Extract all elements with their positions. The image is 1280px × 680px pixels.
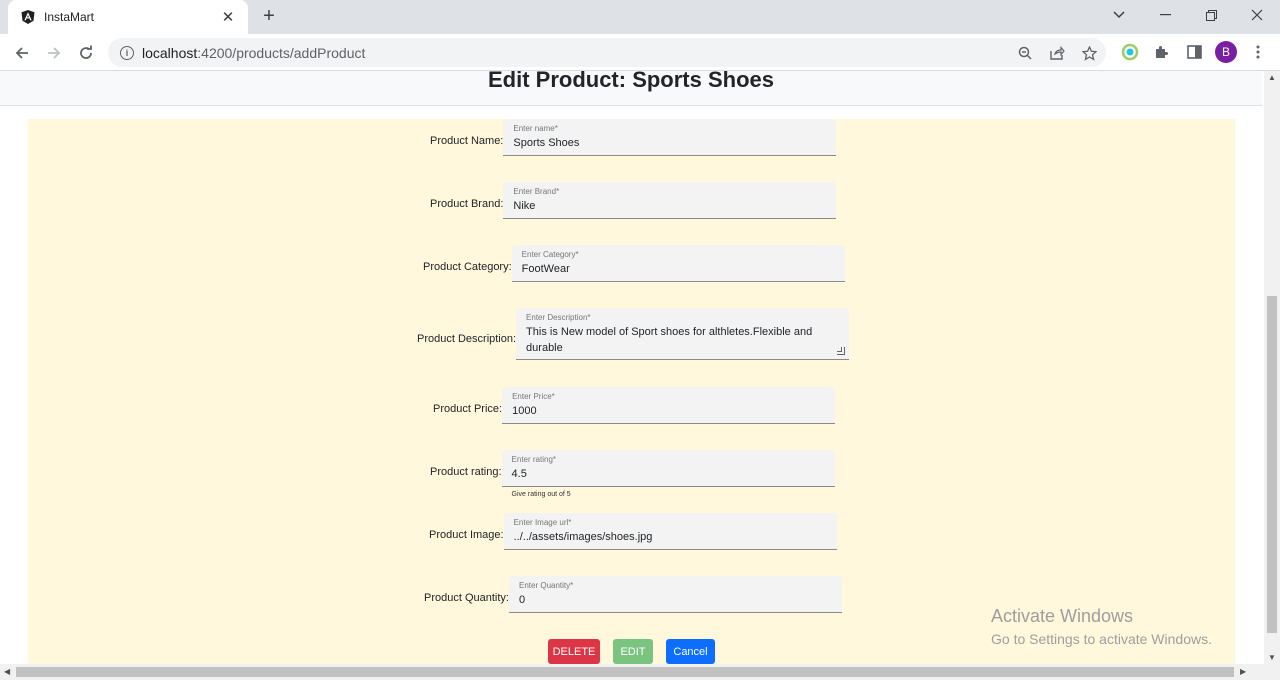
product-brand-label: Product Brand: bbox=[430, 198, 504, 210]
site-info-icon[interactable]: i bbox=[120, 45, 134, 60]
product-image-input[interactable]: Enter Image url* ../../assets/images/sho… bbox=[503, 513, 837, 550]
angular-favicon-icon bbox=[20, 9, 36, 25]
product-price-input[interactable]: Enter Price* 1000 bbox=[502, 387, 836, 424]
product-description-value[interactable]: This is New model of Sport shoes for alt… bbox=[526, 324, 839, 356]
product-price-row: Product Price: Enter Price* 1000 bbox=[433, 387, 836, 424]
cancel-button[interactable]: Cancel bbox=[666, 639, 715, 664]
reload-icon[interactable] bbox=[72, 39, 100, 67]
profile-avatar[interactable]: B bbox=[1215, 41, 1237, 63]
restore-icon[interactable] bbox=[1188, 0, 1234, 30]
horizontal-scrollbar[interactable]: ◀ ▶ bbox=[0, 664, 1280, 680]
product-category-label: Product Category: bbox=[423, 261, 512, 273]
product-category-float-label: Enter Category* bbox=[521, 250, 579, 259]
browser-menu-icon[interactable] bbox=[1248, 42, 1268, 62]
product-image-value[interactable]: ../../assets/images/shoes.jpg bbox=[514, 529, 827, 545]
product-brand-value[interactable]: Nike bbox=[513, 198, 826, 214]
product-rating-label: Product rating: bbox=[430, 466, 502, 478]
product-brand-row: Product Brand: Enter Brand* Nike bbox=[430, 182, 837, 219]
tab-search-chevron-down-icon[interactable] bbox=[1096, 0, 1142, 30]
product-name-input[interactable]: Enter name* Sports Shoes bbox=[503, 119, 837, 156]
watermark-subtitle: Go to Settings to activate Windows. bbox=[991, 631, 1212, 647]
tab-title: InstaMart bbox=[44, 10, 95, 24]
new-tab-plus-icon[interactable]: + bbox=[258, 6, 280, 28]
product-description-row: Product Description: Enter Description* … bbox=[417, 308, 850, 360]
star-icon[interactable] bbox=[1080, 44, 1098, 62]
url-text: localhost:4200/products/addProduct bbox=[142, 45, 365, 61]
product-rating-float-label: Enter rating* bbox=[511, 455, 557, 464]
browser-toolbar: i localhost:4200/products/addProduct B bbox=[0, 34, 1280, 71]
browser-tab-strip: InstaMart ✕ + bbox=[0, 0, 1280, 34]
product-price-float-label: Enter Price* bbox=[512, 392, 555, 401]
product-rating-input[interactable]: Enter rating* 4.5 Give rating out of 5 bbox=[501, 450, 835, 498]
product-quantity-value[interactable]: 0 bbox=[519, 592, 832, 608]
scroll-down-arrow-icon[interactable]: ▼ bbox=[1268, 653, 1276, 662]
scroll-left-arrow-icon[interactable]: ◀ bbox=[4, 667, 10, 676]
product-quantity-input[interactable]: Enter Quantity* 0 bbox=[509, 576, 842, 613]
resize-grip-icon[interactable] bbox=[837, 347, 846, 355]
extension-icon[interactable] bbox=[1120, 42, 1140, 62]
product-quantity-row: Product Quantity: Enter Quantity* 0 bbox=[424, 576, 842, 613]
product-description-textarea[interactable]: Enter Description* This is New model of … bbox=[516, 308, 850, 360]
product-name-float-label: Enter name* bbox=[513, 124, 558, 133]
zoom-icon[interactable] bbox=[1016, 44, 1034, 62]
scroll-right-arrow-icon[interactable]: ▶ bbox=[1240, 667, 1246, 676]
page-header: Edit Product: Sports Shoes bbox=[0, 71, 1262, 106]
url-host: localhost bbox=[142, 44, 198, 61]
address-bar[interactable]: i localhost:4200/products/addProduct bbox=[108, 38, 1106, 67]
forward-icon[interactable] bbox=[40, 39, 68, 67]
horizontal-scroll-thumb[interactable] bbox=[16, 667, 1234, 677]
back-icon[interactable] bbox=[8, 39, 36, 67]
share-icon[interactable] bbox=[1048, 44, 1066, 62]
product-price-value[interactable]: 1000 bbox=[512, 403, 825, 419]
product-rating-hint: Give rating out of 5 bbox=[511, 491, 571, 498]
close-window-icon[interactable] bbox=[1234, 0, 1280, 30]
url-path: :4200/products/addProduct bbox=[197, 44, 366, 61]
vertical-scroll-thumb[interactable] bbox=[1267, 296, 1277, 633]
product-brand-input[interactable]: Enter Brand* Nike bbox=[503, 182, 837, 219]
product-price-label: Product Price: bbox=[433, 403, 503, 415]
product-description-float-label: Enter Description* bbox=[526, 313, 591, 322]
product-category-input[interactable]: Enter Category* FootWear bbox=[511, 245, 845, 282]
product-image-label: Product Image: bbox=[429, 529, 504, 541]
side-panel-icon[interactable] bbox=[1184, 42, 1204, 62]
product-image-float-label: Enter Image url* bbox=[513, 518, 572, 527]
product-category-row: Product Category: Enter Category* FootWe… bbox=[423, 245, 845, 282]
product-name-value[interactable]: Sports Shoes bbox=[513, 135, 826, 151]
vertical-scrollbar[interactable]: ▲ ▼ bbox=[1264, 71, 1280, 664]
product-quantity-float-label: Enter Quantity* bbox=[519, 581, 574, 590]
product-quantity-label: Product Quantity: bbox=[424, 592, 509, 604]
product-image-row: Product Image: Enter Image url* ../../as… bbox=[429, 513, 837, 550]
minimize-icon[interactable] bbox=[1142, 0, 1188, 30]
product-description-label: Product Description: bbox=[417, 333, 517, 345]
tab-close-icon[interactable]: ✕ bbox=[220, 8, 236, 26]
puzzle-extensions-icon[interactable] bbox=[1152, 42, 1172, 62]
page-title: Edit Product: Sports Shoes bbox=[487, 71, 775, 92]
product-name-row: Product Name: Enter name* Sports Shoes bbox=[430, 119, 837, 156]
product-name-label: Product Name: bbox=[430, 135, 504, 147]
watermark-title: Activate Windows bbox=[991, 606, 1134, 626]
browser-tab[interactable]: InstaMart ✕ bbox=[8, 0, 248, 34]
scroll-up-arrow-icon[interactable]: ▲ bbox=[1268, 73, 1276, 82]
product-rating-row: Product rating: Enter rating* 4.5 Give r… bbox=[430, 450, 835, 498]
delete-button[interactable]: DELETE bbox=[548, 639, 600, 664]
product-brand-float-label: Enter Brand* bbox=[513, 187, 560, 196]
edit-button[interactable]: EDIT bbox=[613, 639, 653, 664]
activate-windows-watermark: Activate Windows Go to Settings to activ… bbox=[991, 606, 1212, 647]
product-rating-value[interactable]: 4.5 bbox=[512, 466, 825, 482]
product-category-value[interactable]: FootWear bbox=[522, 261, 835, 277]
page-viewport: Edit Product: Sports Shoes Product Name:… bbox=[0, 71, 1264, 664]
